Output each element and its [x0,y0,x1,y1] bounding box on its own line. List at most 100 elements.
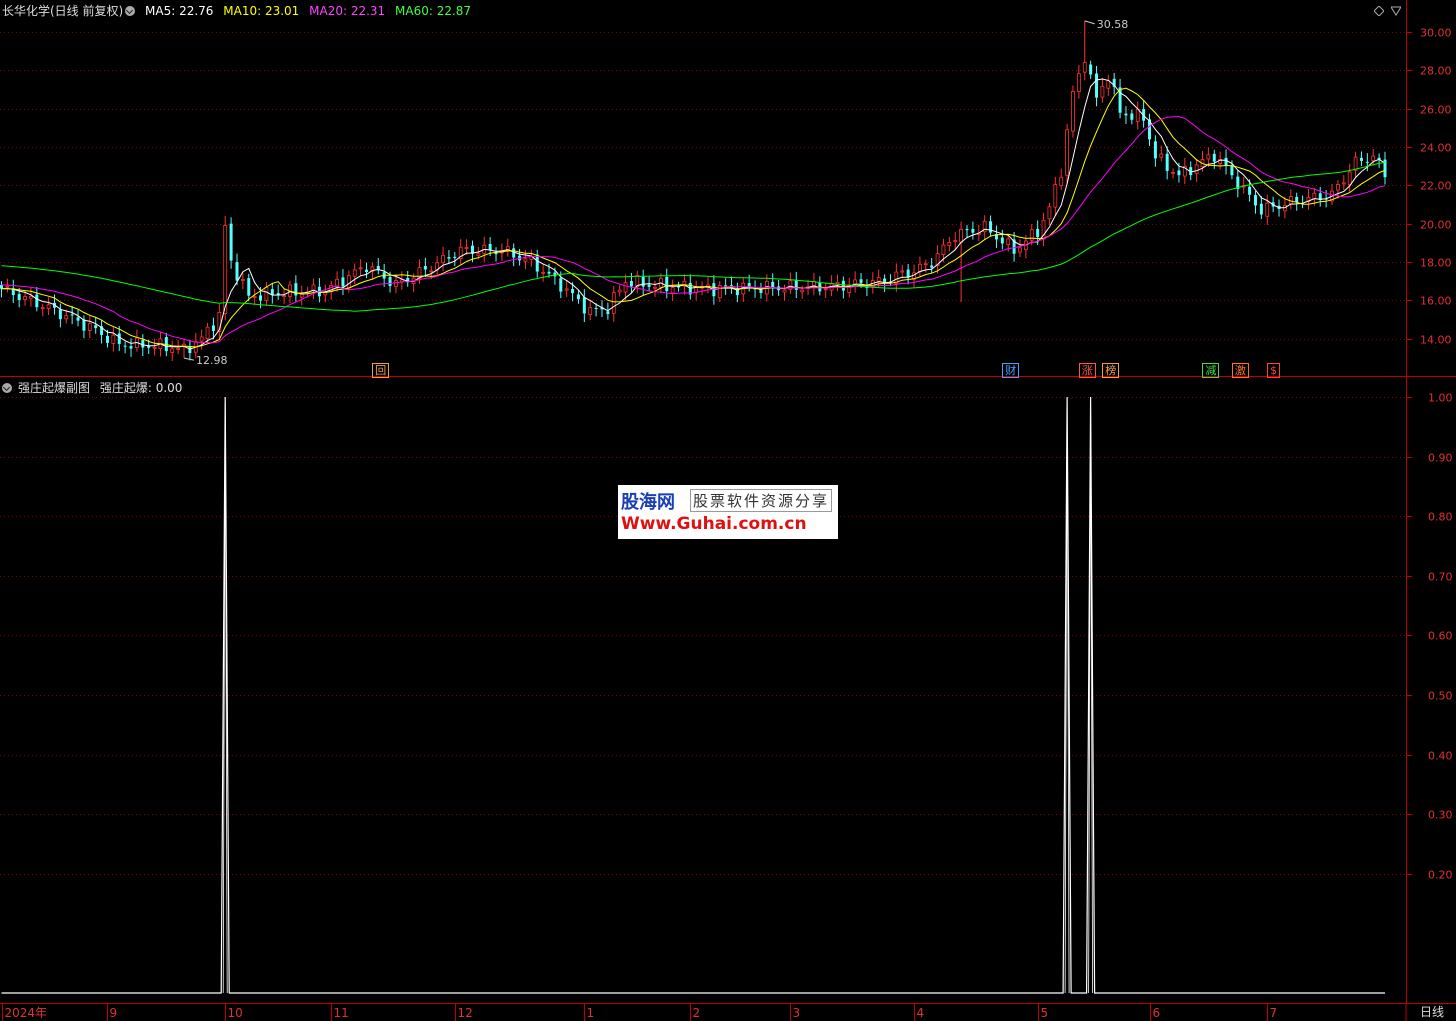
candle-body [800,289,805,293]
x-tick-label: 3 [793,1006,801,1020]
candle-body [1047,206,1052,220]
candle-body [82,319,86,331]
sub-y-tick-label: 0.20 [1428,869,1453,882]
candle-body [111,334,116,344]
candle-body [965,228,969,231]
event-badge[interactable]: 减 [1202,363,1220,378]
candle-body [423,265,427,270]
candle-body [394,280,398,287]
candle-body [1353,156,1358,171]
candle-body [229,223,233,261]
event-badge[interactable]: 涨 [1078,363,1096,378]
event-badge[interactable]: 财 [1002,363,1020,378]
chevron-down-icon[interactable] [2,383,12,393]
candle-body [1095,73,1099,98]
candle-body [1059,176,1064,187]
candle-body [264,287,269,301]
x-tick-label: 12 [458,1006,473,1020]
x-tick-label: 1 [587,1006,595,1020]
sub-y-tick-label: 0.30 [1428,809,1453,822]
candle-body [94,325,98,329]
candle-body [76,317,80,321]
candle-body [1135,108,1140,122]
stock-title[interactable]: 长华化学(日线 前复权) [2,4,123,18]
candle-body [346,275,351,288]
candle-body [1371,155,1376,162]
candle-body [476,253,481,256]
candle-body [1082,62,1087,73]
period-button[interactable]: 日线 [1408,1004,1456,1021]
candle-body [617,289,622,293]
candle-body [1253,195,1257,206]
x-tick-label: 6 [1153,1006,1161,1020]
candle-body [1130,113,1134,120]
annotation-label: 30.58 [1097,18,1129,31]
candles [0,20,1387,361]
main-y-tick-label: 22.00 [1420,180,1452,193]
candle-body [918,263,922,273]
candle-body [594,308,598,310]
candle-body [1194,164,1199,174]
x-tick-label: 5 [1041,1006,1049,1020]
sub-y-tick-label: 0.70 [1428,571,1453,584]
more-triangle-icon[interactable] [1391,6,1401,16]
candle-body [859,279,863,283]
candle-body [1036,228,1040,238]
event-badge[interactable]: $ [1267,363,1281,378]
candle-body [235,262,239,281]
main-y-tick-label: 20.00 [1420,219,1452,232]
candle-body [541,271,546,274]
candle-body [1248,186,1252,195]
candle-body [1029,229,1034,241]
event-badge[interactable]: 激 [1231,363,1249,378]
candle-body [388,276,392,286]
x-tick-label: 2024年 [5,1006,48,1020]
candle-body [576,294,580,300]
candle-body [40,307,45,310]
candle-body [464,247,469,249]
candle-body [670,287,675,294]
annotation-arrow [183,357,195,361]
candle-body [564,288,569,291]
candle-body [841,280,845,291]
candle-body [1165,153,1169,171]
candle-body [1153,141,1157,159]
candle-body [1000,237,1004,244]
annotation-arrow [1084,20,1095,25]
settings-diamond-icon[interactable] [1374,6,1384,16]
main-y-tick-label: 24.00 [1420,142,1452,155]
chevron-down-icon[interactable] [125,6,136,16]
sub-title: 强庄起爆副图 [18,381,91,395]
x-tick-label: 2 [693,1006,701,1020]
candle-body [782,289,787,293]
candle-body [653,286,657,289]
candle-body [571,289,575,294]
candle-body [559,278,563,292]
candle-body [588,307,593,316]
candle-body [70,314,74,316]
sub-y-tick-label: 0.60 [1428,630,1453,643]
sub-y-tick-label: 0.90 [1428,452,1453,465]
candle-body [211,325,215,331]
candle-body [1312,192,1317,200]
candle-body [665,276,669,292]
candle-body [1341,182,1346,185]
candle-body [117,333,121,344]
ma5-label: MA5: 22.76 [145,4,214,18]
event-badge[interactable]: 榜 [1102,363,1120,378]
main-y-tick-label: 18.00 [1420,257,1452,270]
candle-body [1365,161,1369,163]
candle-body [352,269,357,277]
sub-y-tick-label: 0.80 [1428,511,1453,524]
candle-body [1100,86,1105,98]
candle-body [1230,166,1234,176]
event-badge[interactable]: 回 [372,363,390,378]
candle-body [199,336,204,342]
candle-body [1124,113,1128,116]
candle-body [147,345,151,348]
candle-body [247,278,251,296]
candle-body [1224,157,1228,166]
candle-body [152,346,157,349]
sub-y-tick-label: 1.00 [1428,392,1453,405]
candle-body [641,276,645,287]
